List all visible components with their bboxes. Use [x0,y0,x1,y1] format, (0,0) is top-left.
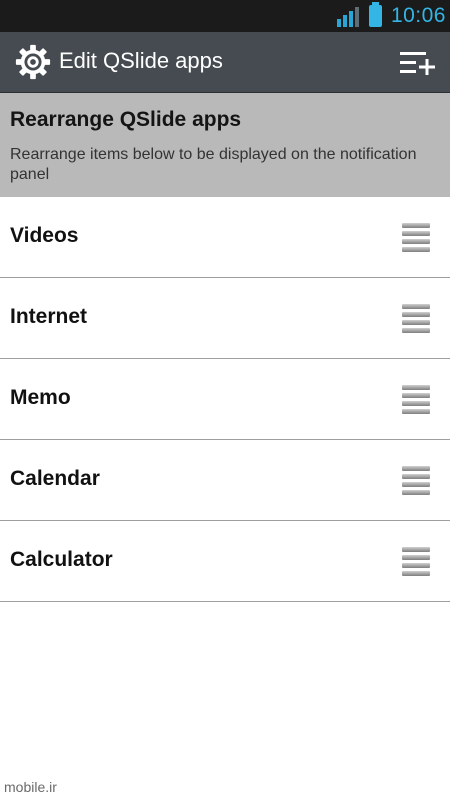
drag-handle-icon[interactable] [402,547,430,576]
action-bar: Edit QSlide apps [0,32,450,93]
drag-handle-icon[interactable] [402,304,430,333]
list-item[interactable]: Calendar [0,440,450,521]
drag-handle-icon[interactable] [402,223,430,252]
battery-icon [368,2,382,27]
section-description: Rearrange items below to be displayed on… [10,146,417,183]
watermark: mobile.ir [4,779,57,795]
list-item-label: Memo [10,386,71,409]
list-item-label: Internet [10,305,88,328]
list-item[interactable]: Internet [0,278,450,359]
signal-bars-icon [336,5,361,27]
list-item-label: Calculator [10,548,113,571]
list-item[interactable]: Videos [0,197,450,278]
list-item[interactable]: Calculator [0,521,450,602]
list-item-label: Calendar [10,467,100,490]
add-to-list-icon[interactable] [400,49,436,77]
list-item-label: Videos [10,224,79,247]
page-title: Edit QSlide apps [59,48,223,73]
qslide-app-list: Videos Internet Memo Calendar Calculator [0,197,450,602]
status-clock: 10:06 [390,4,446,27]
section-title: Rearrange QSlide apps [10,108,242,131]
status-bar: 10:06 [0,0,450,32]
status-indicators: 10:06 [336,0,446,32]
rearrange-header: Rearrange QSlide apps Rearrange items be… [0,93,450,197]
gear-icon[interactable] [14,43,52,81]
list-item[interactable]: Memo [0,359,450,440]
drag-handle-icon[interactable] [402,385,430,414]
drag-handle-icon[interactable] [402,466,430,495]
